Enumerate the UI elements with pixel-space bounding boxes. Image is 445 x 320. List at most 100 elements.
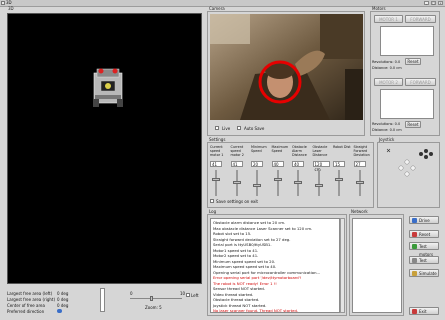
motor2-button[interactable]: MOTOR 2: [374, 78, 403, 86]
progress-indicator: [100, 288, 105, 312]
log-line: Max obstacle distance Laser Scanner set …: [213, 225, 313, 231]
log-line: Error opening serial port '/dev/ttymotor…: [213, 275, 302, 280]
exit-icon: [412, 309, 417, 314]
side-button-reset[interactable]: Reset: [409, 230, 439, 238]
setting-value-input[interactable]: 27: [353, 161, 366, 167]
largest-free-left-value: 0 deg: [57, 291, 69, 296]
log-line: Straight forward deviation set to 27 deg…: [213, 236, 291, 242]
motor2-plot: [380, 89, 434, 119]
side-button-drive[interactable]: Drive: [409, 216, 439, 224]
forward1-button[interactable]: FORWARD: [405, 15, 436, 23]
setting-slider-thumb[interactable]: [253, 184, 261, 187]
motor1-distance: Distance: 0.0 cm: [372, 66, 402, 70]
largest-free-right-label: Largest free area (right): [7, 297, 56, 302]
reset-icon: [412, 232, 417, 237]
robot-3d-model: [93, 68, 123, 107]
setting-value-input[interactable]: 20: [251, 161, 263, 167]
log-line: Robot slot set to 15.: [213, 231, 252, 236]
log-line: The robot is NOT ready! Error 1 !!: [213, 280, 277, 286]
setting-slider-thumb[interactable]: [273, 178, 282, 181]
setting-value-input[interactable]: 120 cm: [312, 161, 330, 172]
log-line: Minimum speed speed set to 20.: [213, 258, 276, 264]
side-button-label: Test: [419, 258, 427, 263]
setting-label: Current speed motor 1: [210, 145, 224, 157]
setting-label: Minimum Speed: [251, 145, 267, 153]
setting-slider[interactable]: [256, 170, 258, 196]
live-label: Live: [222, 126, 231, 131]
camera-image: [210, 14, 363, 120]
view-left-radio[interactable]: [186, 293, 190, 297]
setting-slider-thumb[interactable]: [355, 181, 364, 184]
setting-slider[interactable]: [338, 170, 340, 196]
motor2-revolutions: Revolutions: 0.0: [372, 122, 401, 126]
log-textbox[interactable]: Obstacle alarm distance set to 20 cm. Max…: [210, 218, 340, 313]
3d-view[interactable]: [7, 13, 202, 284]
setting-value-input[interactable]: 15: [333, 161, 345, 167]
close-button[interactable]: ×: [438, 1, 443, 5]
app-icon: [1, 1, 5, 5]
motor2-distance: Distance: 0.0 cm: [372, 128, 402, 132]
setting-label: Obstacle Laser Distance: [312, 145, 328, 157]
view-left-label: Left: [191, 293, 199, 298]
log-line: Serial port is ttyUSB0/ttyUSB1.: [213, 242, 272, 247]
setting-label: Robot Dist: [333, 145, 351, 149]
save-settings-checkbox[interactable]: [210, 199, 214, 203]
zoom-slider[interactable]: [130, 298, 182, 299]
auto-save-label: Auto Save: [244, 126, 265, 131]
log-line: Sensor thread NOT started.: [213, 286, 266, 291]
log-line: Motor1 speed set to 41.: [213, 247, 259, 253]
live-checkbox[interactable]: [215, 126, 219, 130]
side-button-exit[interactable]: Exit: [409, 307, 439, 315]
center-free-area-value: 0 deg: [57, 303, 69, 308]
setting-slider-thumb[interactable]: [232, 181, 241, 184]
network-textbox[interactable]: [352, 218, 402, 313]
side-button-test-motors[interactable]: Test motors: [409, 242, 439, 257]
center-free-area-label: Center of free area: [7, 303, 45, 308]
zoom-label: Zoom: 5: [145, 305, 162, 310]
largest-free-left-label: Largest free area (left): [7, 291, 53, 296]
log-line: Joystick thread NOT started.: [213, 302, 267, 308]
side-button-label: Reset: [419, 232, 431, 237]
setting-value-input[interactable]: 40: [271, 161, 284, 167]
minimize-button[interactable]: _: [424, 1, 429, 5]
auto-save-checkbox[interactable]: [237, 126, 241, 130]
log-scrollbar[interactable]: [340, 218, 345, 313]
setting-slider[interactable]: [317, 170, 320, 196]
setting-value-input[interactable]: 41: [210, 161, 222, 167]
side-button-label: Drive: [419, 218, 430, 223]
forward2-button[interactable]: FORWARD: [405, 78, 436, 86]
motor1-plot: [380, 26, 434, 56]
test-icon: [412, 258, 417, 263]
setting-value-input[interactable]: 41: [230, 161, 243, 167]
camera-feed: [210, 14, 363, 120]
setting-slider[interactable]: [215, 170, 217, 196]
setting-slider-thumb[interactable]: [335, 178, 343, 181]
zoom-min-label: 0: [130, 291, 133, 296]
setting-slider[interactable]: [276, 170, 279, 196]
test-motors-icon: [412, 244, 417, 249]
simulate-icon: [412, 271, 417, 276]
setting-label: Maximum Speed: [271, 145, 289, 153]
motor1-button[interactable]: MOTOR 1: [374, 15, 403, 23]
log-line: Obstacle thread started.: [213, 297, 260, 302]
setting-slider-thumb[interactable]: [314, 184, 323, 187]
setting-slider-thumb[interactable]: [212, 178, 220, 181]
side-button-label: Simulate: [419, 271, 437, 276]
maximize-button[interactable]: □: [431, 1, 436, 5]
zoom-slider-thumb[interactable]: [150, 296, 153, 301]
setting-value-input[interactable]: 40: [292, 161, 304, 167]
side-button-simulate[interactable]: Simulate: [409, 269, 439, 277]
side-button-test[interactable]: Test: [409, 256, 439, 264]
joystick-display[interactable]: [380, 145, 438, 205]
save-settings-label: Save settings on exit: [216, 199, 259, 204]
log-line: Maximum speed speed set to 40.: [213, 264, 277, 269]
3d-panel-label: 3D: [7, 6, 15, 11]
log-line: Video thread started.: [213, 291, 254, 297]
log-line: Obstacle alarm distance set to 20 cm.: [213, 220, 286, 225]
motor1-revolutions: Revolutions: 0.0: [372, 60, 401, 64]
log-line: No laser scanner found. Thread NOT start…: [213, 308, 299, 313]
side-button-label: Exit: [419, 309, 427, 314]
setting-slider-thumb[interactable]: [294, 181, 302, 184]
reset-motor2-button[interactable]: Reset: [405, 121, 421, 128]
reset-motor1-button[interactable]: Reset: [405, 58, 421, 65]
